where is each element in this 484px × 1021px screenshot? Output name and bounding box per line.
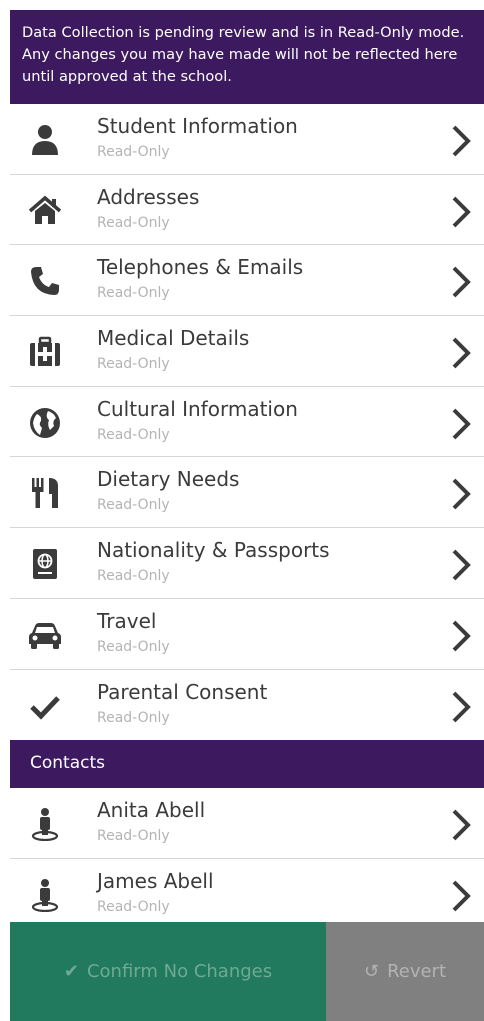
- section-addresses[interactable]: Addresses Read-Only: [10, 174, 484, 246]
- section-status: Read-Only: [97, 709, 170, 726]
- phone-icon: [26, 262, 64, 300]
- chevron-right-icon: [452, 880, 471, 912]
- section-status: Read-Only: [97, 568, 170, 585]
- contact-status: Read-Only: [97, 828, 170, 845]
- section-telephones-emails[interactable]: Telephones & Emails Read-Only: [10, 245, 484, 317]
- chevron-right-icon: [452, 337, 471, 369]
- contacts-list: Anita Abell Read-Only James Abell Read-O…: [10, 788, 484, 931]
- cutlery-icon: [26, 474, 64, 512]
- contact-anita-abell[interactable]: Anita Abell Read-Only: [10, 788, 484, 860]
- read-only-banner: Data Collection is pending review and is…: [10, 10, 484, 104]
- section-status: Read-Only: [97, 214, 170, 231]
- section-medical-details[interactable]: Medical Details Read-Only: [10, 316, 484, 387]
- chevron-right-icon: [452, 408, 471, 440]
- globe-icon: [26, 404, 64, 442]
- section-status: Read-Only: [97, 144, 170, 160]
- section-label: Parental Consent: [97, 679, 268, 704]
- contact-status: Read-Only: [97, 899, 170, 916]
- chevron-right-icon: [452, 479, 471, 510]
- section-status: Read-Only: [97, 285, 170, 302]
- contact-james-abell[interactable]: James Abell Read-Only: [10, 859, 484, 931]
- passport-icon: [26, 545, 64, 583]
- section-status: Read-Only: [97, 497, 170, 514]
- section-label: Medical Details: [97, 326, 250, 351]
- chevron-right-icon: [452, 809, 471, 841]
- home-icon: [26, 192, 64, 230]
- section-student-information[interactable]: Student Information Read-Only: [10, 104, 484, 175]
- section-travel[interactable]: Travel Read-Only: [10, 598, 484, 670]
- chevron-right-icon: [452, 125, 471, 157]
- contact-name: Anita Abell: [97, 798, 206, 823]
- contact-person-icon: [26, 805, 64, 843]
- checkmark-icon: [26, 687, 64, 725]
- section-label: Student Information: [97, 114, 298, 138]
- confirm-label: Confirm No Changes: [86, 961, 273, 982]
- chevron-right-icon: [452, 549, 471, 581]
- section-nationality-passports[interactable]: Nationality & Passports Read-Only: [10, 528, 484, 599]
- section-label: Travel: [97, 608, 157, 633]
- section-status: Read-Only: [97, 638, 170, 655]
- checkmark-icon: ✔: [63, 961, 79, 982]
- contact-person-icon: [26, 876, 64, 914]
- undo-icon: ↺: [363, 961, 380, 982]
- banner-text: Data Collection is pending review and is…: [22, 24, 465, 85]
- contacts-header: Contacts: [10, 740, 484, 789]
- app-frame: Data Collection is pending review and is…: [10, 10, 484, 1021]
- car-icon: [26, 616, 64, 654]
- section-dietary-needs[interactable]: Dietary Needs Read-Only: [10, 457, 484, 529]
- sections-list: Student Information Read-Only Addresses …: [10, 104, 484, 741]
- section-cultural-information[interactable]: Cultural Information Read-Only: [10, 386, 484, 458]
- person-icon: [26, 121, 64, 159]
- chevron-right-icon: [452, 266, 471, 298]
- chevron-right-icon: [452, 196, 471, 228]
- section-label: Addresses: [97, 184, 200, 209]
- footer-actions: ✔ Confirm No Changes ↺ Revert: [10, 922, 484, 1021]
- revert-button[interactable]: ↺ Revert: [326, 922, 484, 1021]
- contacts-header-label: Contacts: [30, 753, 105, 774]
- contact-name: James Abell: [97, 869, 214, 894]
- section-label: Nationality & Passports: [97, 538, 330, 563]
- section-label: Cultural Information: [97, 396, 298, 421]
- section-status: Read-Only: [97, 426, 170, 443]
- section-label: Telephones & Emails: [97, 255, 304, 280]
- medical-kit-icon: [26, 333, 64, 371]
- chevron-right-icon: [452, 620, 471, 652]
- section-label: Dietary Needs: [97, 467, 240, 492]
- revert-label: Revert: [387, 961, 447, 982]
- chevron-right-icon: [452, 691, 471, 722]
- section-status: Read-Only: [97, 356, 170, 373]
- section-parental-consent[interactable]: Parental Consent Read-Only: [10, 669, 484, 741]
- confirm-no-changes-button[interactable]: ✔ Confirm No Changes: [10, 922, 326, 1021]
